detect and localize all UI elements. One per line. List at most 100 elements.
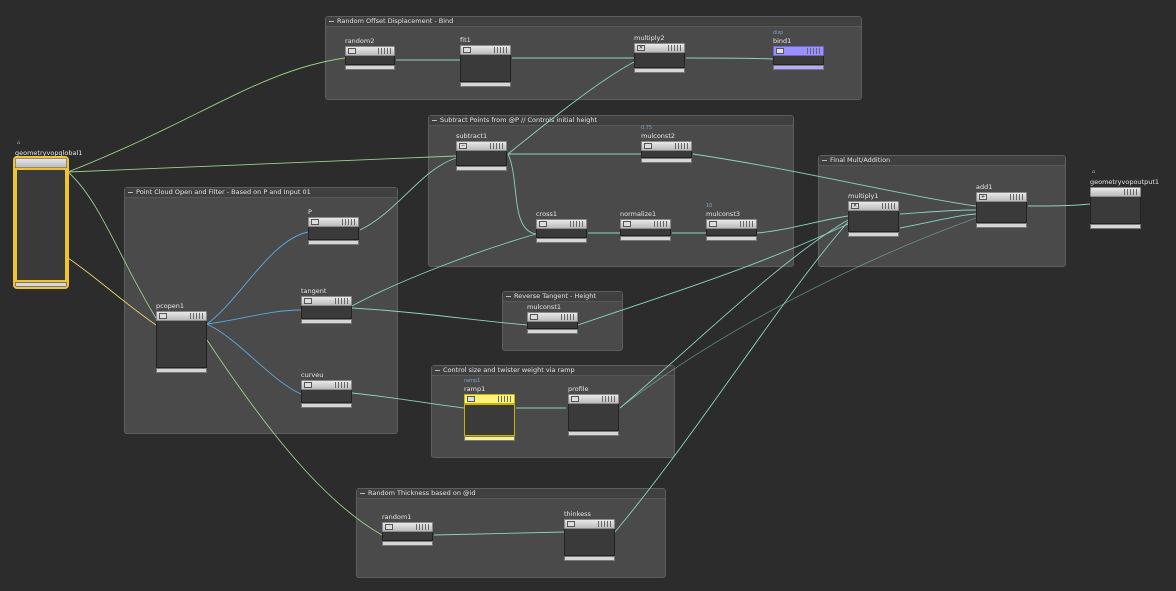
normalize-icon (623, 221, 631, 227)
node-footer[interactable] (308, 240, 359, 245)
node-label: ramp1 (464, 385, 486, 393)
node-mulconst3[interactable]: 10 mulconst3 (706, 203, 757, 241)
node-header[interactable]: ✕ (848, 201, 899, 211)
node-header[interactable] (345, 46, 395, 56)
fit-icon (463, 47, 471, 53)
node-header[interactable] (464, 394, 515, 404)
node-pcopen1[interactable]: pcopen1 (156, 302, 207, 373)
node-subtract1[interactable]: subtract1 − (456, 132, 507, 171)
flag-icon: ⌂ (17, 140, 21, 146)
node-footer[interactable] (15, 282, 67, 287)
network-box-title[interactable]: Random Thickness based on @id (357, 489, 665, 499)
node-footer[interactable] (976, 223, 1027, 228)
node-geometryvopglobal1[interactable]: ⌂ geometryvopglobal1 (13, 140, 82, 289)
node-footer[interactable] (568, 431, 619, 436)
node-footer[interactable] (634, 68, 685, 73)
network-box-title[interactable]: Reverse Tangent - Height (503, 292, 622, 302)
node-bind1[interactable]: disp bind1 (773, 30, 824, 70)
node-header[interactable] (301, 380, 352, 390)
network-box-title[interactable]: Point Cloud Open and Filter - Based on P… (125, 188, 397, 198)
node-header[interactable] (773, 46, 824, 56)
node-footer[interactable] (641, 158, 692, 163)
node-tangent[interactable]: tangent (301, 287, 352, 324)
node-label: mulconst3 (706, 210, 740, 218)
node-label: normalize1 (620, 210, 657, 218)
node-header[interactable] (15, 158, 67, 168)
node-normalize1[interactable]: normalize1 (620, 210, 671, 241)
node-header[interactable] (308, 217, 359, 227)
node-footer[interactable] (848, 232, 899, 237)
node-random2[interactable]: random2 (345, 37, 395, 70)
node-P[interactable]: P (308, 208, 359, 245)
node-multiply2[interactable]: multiply2 ✕ (634, 34, 685, 73)
network-box-title[interactable]: Control size and twister weight via ramp (432, 366, 674, 376)
node-footer[interactable] (382, 541, 433, 546)
node-cross1[interactable]: cross1 (536, 210, 587, 243)
node-footer[interactable] (464, 436, 515, 441)
node-footer[interactable] (460, 82, 511, 87)
node-label: profile (568, 385, 589, 393)
node-label: cross1 (536, 210, 557, 218)
node-fit1[interactable]: fit1 (460, 36, 511, 87)
cross-product-icon (539, 221, 547, 227)
node-footer[interactable] (345, 65, 395, 70)
node-footer[interactable] (773, 65, 824, 70)
node-header[interactable]: − (456, 141, 507, 151)
node-footer[interactable] (1090, 224, 1141, 229)
node-label: subtract1 (456, 132, 488, 140)
node-footer[interactable] (536, 238, 587, 243)
node-mulconst1[interactable]: mulconst1 (527, 303, 578, 334)
node-header[interactable] (1090, 187, 1141, 197)
node-label: mulconst1 (527, 303, 561, 311)
ramp-icon (467, 396, 475, 402)
node-label: mulconst2 (641, 132, 675, 140)
node-header[interactable] (301, 296, 352, 306)
node-body (527, 322, 578, 329)
node-footer[interactable] (301, 319, 352, 324)
node-header[interactable] (527, 312, 578, 322)
node-label: random1 (382, 513, 412, 521)
node-header[interactable] (382, 522, 433, 532)
wire (67, 57, 346, 173)
network-box-title[interactable]: Random Offset Displacement - Bind (326, 17, 861, 27)
node-random1[interactable]: random1 (382, 513, 433, 546)
node-ramp1[interactable]: ramp1 ramp1 (464, 378, 515, 441)
plus-icon: + (979, 194, 987, 200)
node-geometryvopoutput1[interactable]: ⌂ geometryvopoutput1 (1090, 169, 1159, 229)
node-footer[interactable] (706, 236, 757, 241)
node-header[interactable] (156, 311, 207, 321)
node-add1[interactable]: add1 + (976, 183, 1027, 228)
wire (67, 155, 457, 173)
node-multiply1[interactable]: multiply1 ✕ (848, 192, 899, 237)
pcfilter-icon (304, 298, 312, 304)
node-footer[interactable] (156, 368, 207, 373)
node-header[interactable] (564, 519, 615, 529)
node-thinkess[interactable]: thinkess (564, 510, 615, 561)
node-header[interactable]: ✕ (634, 43, 685, 53)
node-header[interactable] (460, 45, 511, 55)
node-body (641, 151, 692, 158)
node-body (976, 202, 1027, 223)
node-mulconst2[interactable]: 0.75 mulconst2 (641, 125, 692, 163)
node-footer[interactable] (456, 166, 507, 171)
node-header[interactable] (620, 219, 671, 229)
network-box-title[interactable]: Subtract Points from @P // Controls init… (429, 116, 793, 126)
node-curveu[interactable]: curveu (301, 371, 352, 408)
node-header[interactable] (536, 219, 587, 229)
network-box-title[interactable]: Final Mult/Addition (819, 156, 1065, 166)
node-footer[interactable] (564, 556, 615, 561)
node-body (464, 404, 515, 436)
node-label: fit1 (460, 36, 471, 44)
node-footer[interactable] (527, 329, 578, 334)
node-footer[interactable] (301, 403, 352, 408)
node-label: multiply1 (848, 192, 879, 200)
node-header[interactable]: + (976, 192, 1027, 202)
node-footer[interactable] (620, 236, 671, 241)
node-header[interactable] (568, 394, 619, 404)
mulconst-icon (530, 314, 538, 320)
mulconst-icon (709, 221, 717, 227)
node-header[interactable] (706, 219, 757, 229)
node-body (706, 229, 757, 236)
node-header[interactable] (641, 141, 692, 151)
node-profile[interactable]: profile (568, 385, 619, 436)
